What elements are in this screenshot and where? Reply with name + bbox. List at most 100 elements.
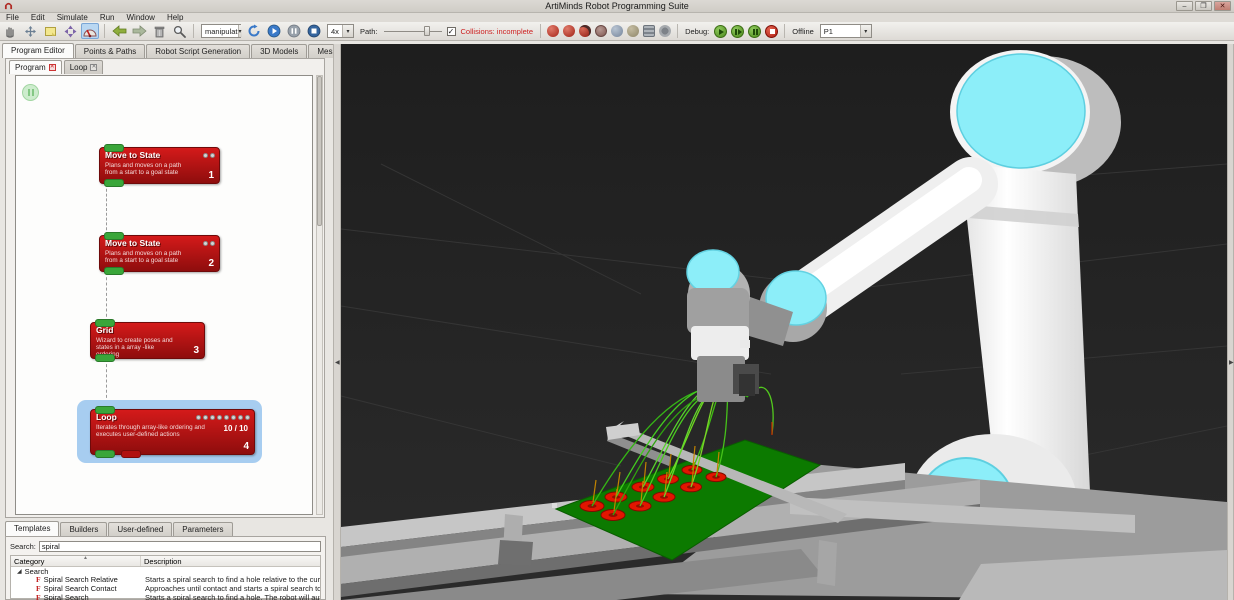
robot-shoulder-joint-cap xyxy=(957,54,1085,168)
close-button[interactable]: ✕ xyxy=(1214,1,1231,11)
loop-playback-button[interactable] xyxy=(245,23,263,39)
menu-help[interactable]: Help xyxy=(161,13,189,22)
mode-dropdown[interactable]: manipulat ▾ xyxy=(201,24,241,38)
path-slider[interactable] xyxy=(384,25,442,37)
minimize-button[interactable]: – xyxy=(1176,1,1193,11)
pause-button[interactable] xyxy=(285,23,303,39)
path-label: Path: xyxy=(360,27,378,36)
profile-dropdown[interactable]: P1 ▾ xyxy=(820,24,872,38)
collapse-right-icon[interactable]: ▶ xyxy=(1229,359,1234,366)
tab-robot-script-generation[interactable]: Robot Script Generation xyxy=(146,44,250,58)
menu-edit[interactable]: Edit xyxy=(25,13,51,22)
debug-pause-button[interactable] xyxy=(748,25,761,38)
program-block-grid[interactable]: Grid Wizard to create poses and states i… xyxy=(90,322,205,359)
debug-play-button[interactable] xyxy=(714,25,727,38)
tab-loop[interactable]: Loop ✕ xyxy=(64,60,104,74)
delete-button[interactable] xyxy=(150,23,168,39)
right-splitter[interactable]: ▶ xyxy=(1227,44,1234,600)
program-canvas[interactable]: Move to State Plans and moves on a path … xyxy=(15,75,313,515)
undo-button[interactable] xyxy=(110,23,128,39)
inspect-indicator-icon[interactable] xyxy=(611,25,623,37)
chevron-down-icon: ▾ xyxy=(342,25,353,37)
block-description: Plans and moves on a path from a start t… xyxy=(100,248,219,264)
template-row-spiral-search-contact[interactable]: F Spiral Search Contact Approaches until… xyxy=(11,584,320,593)
menu-window[interactable]: Window xyxy=(121,13,161,22)
program-block-loop[interactable]: Loop Iterates through array-like orderin… xyxy=(90,409,255,455)
collision-indicator-icon[interactable] xyxy=(547,25,559,37)
tab-program[interactable]: Program ✕ xyxy=(9,60,62,74)
template-name: Spiral Search xyxy=(44,593,89,600)
error-indicator-icon[interactable] xyxy=(563,25,575,37)
template-row-spiral-search[interactable]: F Spiral Search Starts a spiral search t… xyxy=(11,593,320,600)
green-left-arrow-icon xyxy=(112,25,127,37)
tab-program-editor[interactable]: Program Editor xyxy=(2,43,74,58)
gauge-tool-button[interactable] xyxy=(81,23,99,39)
table-view-icon[interactable] xyxy=(643,25,655,37)
close-tab-icon[interactable]: ✕ xyxy=(90,64,97,71)
jog-tool-button[interactable] xyxy=(61,23,79,39)
target-indicator-icon[interactable] xyxy=(595,25,607,37)
collisions-checkbox[interactable]: ✓ xyxy=(447,27,456,36)
menu-simulate[interactable]: Simulate xyxy=(51,13,94,22)
refresh-icon xyxy=(247,24,261,38)
tab-program-label: Program xyxy=(15,63,46,72)
search-tool-button[interactable] xyxy=(170,23,188,39)
block-connector-nub xyxy=(95,406,115,414)
tab-3d-models[interactable]: 3D Models xyxy=(251,44,307,58)
block-connector-line xyxy=(106,272,107,322)
loop-progress: 10 / 10 xyxy=(224,424,248,433)
speed-dropdown-value: 4x xyxy=(331,27,339,36)
block-connector-nub xyxy=(104,267,124,275)
tab-points-paths[interactable]: Points & Paths xyxy=(75,44,145,58)
template-row-spiral-search-relative[interactable]: F Spiral Search Relative Starts a spiral… xyxy=(11,576,320,585)
table-header[interactable]: Category Description ▲ xyxy=(11,556,320,567)
play-button[interactable] xyxy=(265,23,283,39)
scrollbar-thumb[interactable] xyxy=(317,76,322,226)
toolbar: manipulat ▾ xyxy=(0,22,1234,41)
3d-viewport[interactable] xyxy=(341,44,1227,600)
robot-state-icon[interactable] xyxy=(579,25,591,37)
tab-templates[interactable]: Templates xyxy=(5,521,59,536)
block-number: 2 xyxy=(208,258,214,269)
template-description: Starts a spiral search to find a hole. T… xyxy=(141,593,320,600)
stop-button[interactable] xyxy=(305,23,323,39)
tab-builders[interactable]: Builders xyxy=(60,522,107,536)
canvas-scrollbar[interactable] xyxy=(316,75,323,515)
column-description[interactable]: Description xyxy=(141,556,320,566)
measure-indicator-icon[interactable] xyxy=(627,25,639,37)
menu-file[interactable]: File xyxy=(0,13,25,22)
tree-group-row[interactable]: ◢ Search xyxy=(11,567,320,576)
collapse-left-icon[interactable]: ◀ xyxy=(335,359,340,366)
tree-expand-icon[interactable]: ◢ xyxy=(17,568,22,575)
stop-icon xyxy=(307,24,321,38)
speed-dropdown[interactable]: 4x ▾ xyxy=(327,24,354,38)
block-description: Plans and moves on a path from a start t… xyxy=(100,160,219,176)
tab-user-defined[interactable]: User-defined xyxy=(108,522,172,536)
block-number: 4 xyxy=(243,441,249,452)
play-icon xyxy=(267,24,281,38)
column-category[interactable]: Category xyxy=(11,556,141,566)
pan-hand-button[interactable] xyxy=(1,23,19,39)
gear-icon[interactable] xyxy=(659,25,671,37)
redo-button[interactable] xyxy=(130,23,148,39)
close-tab-icon[interactable]: ✕ xyxy=(49,64,56,71)
jog-diamond-icon xyxy=(64,25,77,38)
maximize-button[interactable]: ❐ xyxy=(1195,1,1212,11)
note-tool-button[interactable] xyxy=(41,23,59,39)
program-start-node[interactable] xyxy=(22,84,39,101)
collisions-label: Collisions: incomplete xyxy=(461,27,534,36)
search-input[interactable] xyxy=(39,541,321,552)
tab-parameters[interactable]: Parameters xyxy=(173,522,232,536)
template-function-icon: F xyxy=(36,593,41,600)
debug-step-button[interactable] xyxy=(731,25,744,38)
menu-run[interactable]: Run xyxy=(94,13,121,22)
program-block-move-to-state-1[interactable]: Move to State Plans and moves on a path … xyxy=(99,147,220,184)
left-splitter[interactable]: ◀ xyxy=(333,44,341,600)
debug-stop-button[interactable] xyxy=(765,25,778,38)
move-tool-button[interactable] xyxy=(21,23,39,39)
program-block-move-to-state-2[interactable]: Move to State Plans and moves on a path … xyxy=(99,235,220,272)
title-bar[interactable]: ArtiMinds Robot Programming Suite – ❐ ✕ xyxy=(0,0,1234,13)
block-connector-nub xyxy=(95,319,115,327)
block-status-dots xyxy=(196,415,250,420)
path-slider-thumb[interactable] xyxy=(424,26,430,36)
